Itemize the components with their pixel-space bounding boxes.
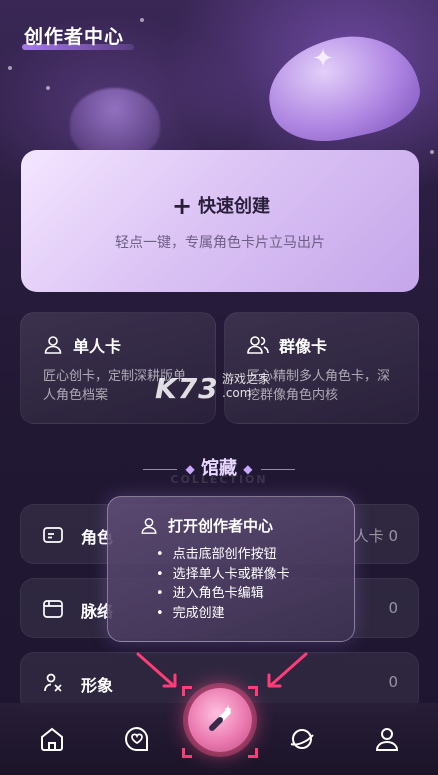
profile-icon[interactable]: [373, 725, 401, 753]
popup-step: 点击底部创作按钮: [158, 545, 290, 565]
row-count: 人卡 0: [353, 527, 398, 545]
popup-step: 完成创建: [158, 604, 290, 624]
pointer-arrow-left: [136, 652, 177, 688]
figure-icon: [44, 673, 62, 692]
watermark-text: 游戏之家 .com: [222, 372, 271, 400]
row-label: 形象: [81, 676, 114, 695]
group-card-title: 群像卡: [279, 337, 328, 356]
group-card-button[interactable]: 群像卡 匠心精制多人角色卡，深挖群像角色内核: [224, 312, 419, 424]
sparkle: [140, 18, 144, 22]
pointer-arrow-right: [267, 652, 308, 688]
person-icon: [44, 336, 62, 354]
single-card-title: 单人卡: [73, 337, 122, 356]
card-icon: [43, 527, 63, 543]
sparkle: [8, 66, 12, 70]
single-card-button[interactable]: 单人卡 匠心创卡，定制深耕版单人角色档案: [20, 312, 216, 424]
window-icon: [43, 600, 63, 618]
row-count: 0: [388, 599, 398, 617]
heart-decoration: [70, 88, 160, 158]
popup-title: 打开创作者中心: [168, 517, 274, 535]
guide-popup[interactable]: 打开创作者中心 点击底部创作按钮 选择单人卡或群像卡 进入角色卡编辑 完成创建: [107, 496, 355, 642]
sparkle-star-icon: ✦: [312, 44, 334, 74]
quick-create-subtitle: 轻点一键，专属角色卡片立马出片: [115, 235, 325, 251]
page-title: 创作者中心: [24, 26, 125, 48]
chat-icon[interactable]: [123, 725, 151, 753]
row-count: 0: [388, 673, 398, 691]
quick-create-title: 快速创建: [198, 196, 270, 217]
quick-create-button[interactable]: + 快速创建 轻点一键，专属角色卡片立马出片: [21, 150, 419, 292]
magic-wand-icon: [209, 705, 232, 731]
collection-subtitle: COLLECTION: [170, 473, 268, 486]
popup-step: 进入角色卡编辑: [158, 584, 290, 604]
popup-steps: 点击底部创作按钮 选择单人卡或群像卡 进入角色卡编辑 完成创建: [158, 545, 290, 623]
sparkle: [46, 86, 50, 90]
watermark-logo: K73: [155, 372, 219, 405]
person-icon: [141, 517, 157, 534]
planet-icon[interactable]: [288, 725, 316, 753]
sparkle-plus-icon: +: [171, 192, 193, 220]
home-icon[interactable]: [38, 725, 66, 753]
popup-step: 选择单人卡或群像卡: [158, 565, 290, 585]
sparkle: [430, 150, 434, 154]
group-icon: [247, 336, 269, 354]
create-button[interactable]: [188, 688, 252, 752]
